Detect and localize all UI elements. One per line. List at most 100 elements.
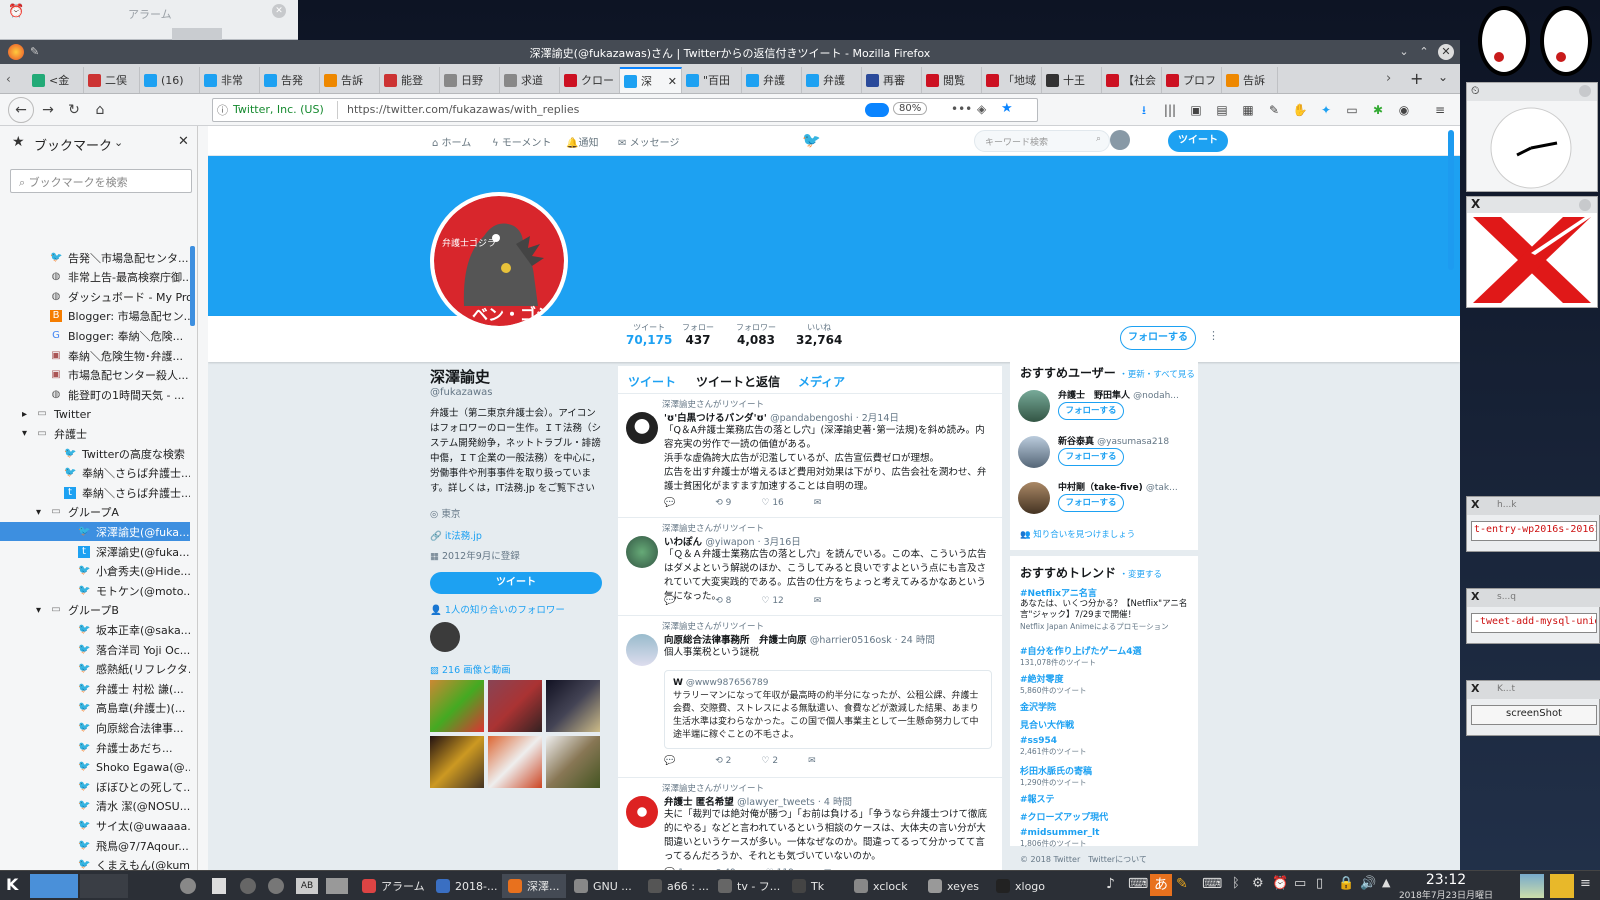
suggested-user-avatar[interactable] xyxy=(1018,482,1050,514)
tweet-author[interactable]: 弁護士 匿名希望 @lawyer_tweets · 4 時間 xyxy=(664,794,852,808)
tweet-avatar[interactable] xyxy=(626,634,658,666)
trend-item[interactable]: #ss954 2,461件のツイート xyxy=(1020,736,1190,757)
photos-videos-text[interactable]: 216 画像と動画 xyxy=(442,665,511,676)
find-friends-link[interactable]: 👥 知り合いを見つけましょう xyxy=(1020,528,1135,540)
trend-tag[interactable]: #自分を作り上げたゲーム4選 xyxy=(1020,644,1190,657)
app-icon[interactable] xyxy=(268,878,284,894)
forward-icon[interactable]: → xyxy=(38,100,58,120)
taskbar-item[interactable]: 2018-... xyxy=(430,874,500,898)
bookmark-item[interactable]: 🐦 くまえもん(@kum... xyxy=(0,856,190,870)
scroll-tabs-right-icon[interactable]: › xyxy=(1386,71,1391,86)
pager-desktop-1[interactable] xyxy=(30,874,78,898)
browser-tab[interactable]: <金 xyxy=(28,67,84,93)
bookmark-item[interactable]: 🐦 飛鳥@7/7Aqour... xyxy=(0,836,190,855)
suggested-follow-button[interactable]: フォローする xyxy=(1058,402,1124,420)
url-bar[interactable]: ⓘ Twitter, Inc. (US) https://twitter.com… xyxy=(212,98,1038,122)
trend-item[interactable]: 杉田水脈氏の寄稿 1,290件のツイート xyxy=(1020,764,1190,788)
tweet-author-name[interactable]: 'ʊ'白黒つけるパンダ'ʊ' xyxy=(664,413,767,424)
tweet[interactable]: 深澤諭史さんがリツイート 弁護士 匿名希望 @lawyer_tweets · 4… xyxy=(618,778,1002,870)
browser-tab[interactable]: 告訴 xyxy=(320,67,380,93)
zoom-level[interactable]: 80% xyxy=(893,102,928,115)
keyboard-icon[interactable]: AB xyxy=(296,878,318,894)
pocket-icon[interactable]: ◈ xyxy=(977,102,986,116)
suggested-user-name[interactable]: 新谷泰真 @yasumasa218 xyxy=(1058,434,1188,447)
browser-tab[interactable]: 十王 xyxy=(1042,67,1102,93)
page-scrollbar[interactable] xyxy=(1448,130,1454,270)
suggested-user-handle[interactable]: @yasumasa218 xyxy=(1097,437,1169,447)
extension-icon[interactable]: ✋ xyxy=(1292,102,1308,118)
downloads-icon[interactable]: ⭳ xyxy=(1136,102,1152,118)
chevron-down-icon[interactable]: ▾ xyxy=(36,507,41,518)
taskbar-item[interactable]: 深澤... xyxy=(502,874,566,898)
browser-tab[interactable]: 告訴 xyxy=(1222,67,1278,93)
suggested-user[interactable]: 新谷泰真 @yasumasa218 フォローする xyxy=(1018,434,1190,480)
dm-icon[interactable]: ✉ xyxy=(814,596,822,606)
new-tab-icon[interactable]: + xyxy=(1410,69,1423,88)
trend-tag[interactable]: #クローズアップ現代 xyxy=(1020,810,1190,823)
trend-item[interactable]: #midsummer_lt 1,806件のツイート xyxy=(1020,828,1190,849)
trend-item[interactable]: 金沢学院 xyxy=(1020,700,1190,713)
sidebar-title[interactable]: ブックマーク xyxy=(34,135,112,154)
bookmark-item[interactable]: ◍ 能登町の1時間天気 - ... xyxy=(0,385,190,404)
menu-icon[interactable]: ≡ xyxy=(1580,876,1591,891)
reply-icon[interactable]: 💬 xyxy=(664,498,675,508)
followers-you-know-text[interactable]: 1人の知り合いのフォロワー xyxy=(445,605,565,616)
browser-tab[interactable]: 弁護 xyxy=(802,67,862,93)
terminal-window[interactable]: Xh...k t-entry-wp2016s-20161( xyxy=(1466,496,1600,552)
bookmark-item[interactable]: 🐦 坂本正幸(@saka... xyxy=(0,620,190,639)
tweet-author-handle[interactable]: @lawyer_tweets · 4 時間 xyxy=(737,797,852,808)
twitter-ext-icon[interactable]: ✦ xyxy=(1318,102,1334,118)
bluetooth-icon[interactable]: ᛒ xyxy=(1232,876,1240,891)
media-thumb[interactable] xyxy=(488,680,542,732)
search-icon[interactable]: ⌕ xyxy=(1096,134,1101,144)
media-thumb[interactable] xyxy=(546,736,600,788)
close-window-icon[interactable]: ✕ xyxy=(1438,44,1454,60)
list-tabs-icon[interactable]: ⌄ xyxy=(1438,70,1448,84)
suggested-user[interactable]: 中村剛（take-five) @tak... フォローする xyxy=(1018,480,1190,526)
trend-item[interactable]: #報ステ xyxy=(1020,792,1190,805)
tweet-author[interactable]: いわぽん @yiwapon · 3月16日 xyxy=(664,534,801,548)
terminal-icon[interactable] xyxy=(326,878,348,894)
url-text[interactable]: https://twitter.com/fukazawas/with_repli… xyxy=(347,103,579,116)
browser-tab[interactable]: プロフ xyxy=(1162,67,1222,93)
lock-icon[interactable]: 🔒 xyxy=(1338,876,1354,891)
suggested-user-handle[interactable]: @nodah... xyxy=(1133,391,1179,401)
stat-following[interactable]: フォロー 437 xyxy=(682,322,714,347)
screenshot-button[interactable]: screenShot xyxy=(1471,705,1597,725)
menu-icon[interactable]: ≡ xyxy=(1432,102,1448,118)
trend-tag[interactable]: #Netflixアニ名言 xyxy=(1020,586,1190,599)
app-icon[interactable] xyxy=(240,878,256,894)
display-icon[interactable]: ▭ xyxy=(1294,876,1306,891)
toggle-icon[interactable] xyxy=(865,103,889,117)
followers-you-know[interactable]: 👤 1人の知り合いのフォロワー xyxy=(430,602,602,616)
trend-tag[interactable]: #midsummer_lt xyxy=(1020,828,1190,838)
who-to-follow-links[interactable]: ・更新・すべて見る xyxy=(1119,370,1195,380)
quoted-tweet[interactable]: W @www987656789 サラリーマンになって年収が最高時の約半分になった… xyxy=(664,670,992,749)
pager-desktop-2[interactable] xyxy=(80,874,128,898)
tweet-avatar[interactable] xyxy=(626,412,658,444)
home-icon[interactable]: ⌂ xyxy=(90,100,110,120)
suggested-user-display-name[interactable]: 中村剛（take-five) xyxy=(1058,483,1143,493)
like-icon[interactable]: ♡ xyxy=(761,596,769,606)
trend-tag[interactable]: #報ステ xyxy=(1020,792,1190,805)
twitter-bird-icon[interactable]: 🐦 xyxy=(802,131,821,149)
edit-icon[interactable]: ✎ xyxy=(1266,102,1282,118)
app-launcher-icon[interactable] xyxy=(180,878,196,894)
bookmark-item[interactable]: 🐦 清水 潔(@NOSU... xyxy=(0,797,190,816)
tweet-author-handle[interactable]: @harrier0516osk · 24 時間 xyxy=(810,635,935,646)
taskbar-item[interactable]: アラーム xyxy=(356,874,426,898)
dm-icon[interactable]: ✉ xyxy=(808,756,816,766)
bookmark-item[interactable]: 🐦 モトケン(@moto... xyxy=(0,581,190,600)
chevron-down-icon[interactable]: ▾ xyxy=(36,605,41,616)
reply-icon[interactable]: 💬 xyxy=(664,756,675,766)
bookmark-item[interactable]: ▸ ▭ Twitter xyxy=(0,405,190,424)
tweet-author-handle[interactable]: @pandabengoshi · 2月14日 xyxy=(770,413,899,424)
close-icon[interactable] xyxy=(1579,199,1591,211)
like-icon[interactable]: ♡ xyxy=(761,756,769,766)
tweet-button[interactable]: ツイート xyxy=(1168,130,1228,152)
tweet[interactable]: 深澤諭史さんがリツイート 'ʊ'白黒つけるパンダ'ʊ' @pandabengos… xyxy=(618,394,1002,518)
bookmark-item[interactable]: t 奉納＼さらば弁護士... xyxy=(0,483,190,502)
bookmark-item[interactable]: ▾ ▭ 弁護士 xyxy=(0,424,190,443)
bookmark-item[interactable]: t 深澤諭史(@fuka... xyxy=(0,542,190,561)
browser-tab[interactable]: (16) xyxy=(140,67,200,93)
